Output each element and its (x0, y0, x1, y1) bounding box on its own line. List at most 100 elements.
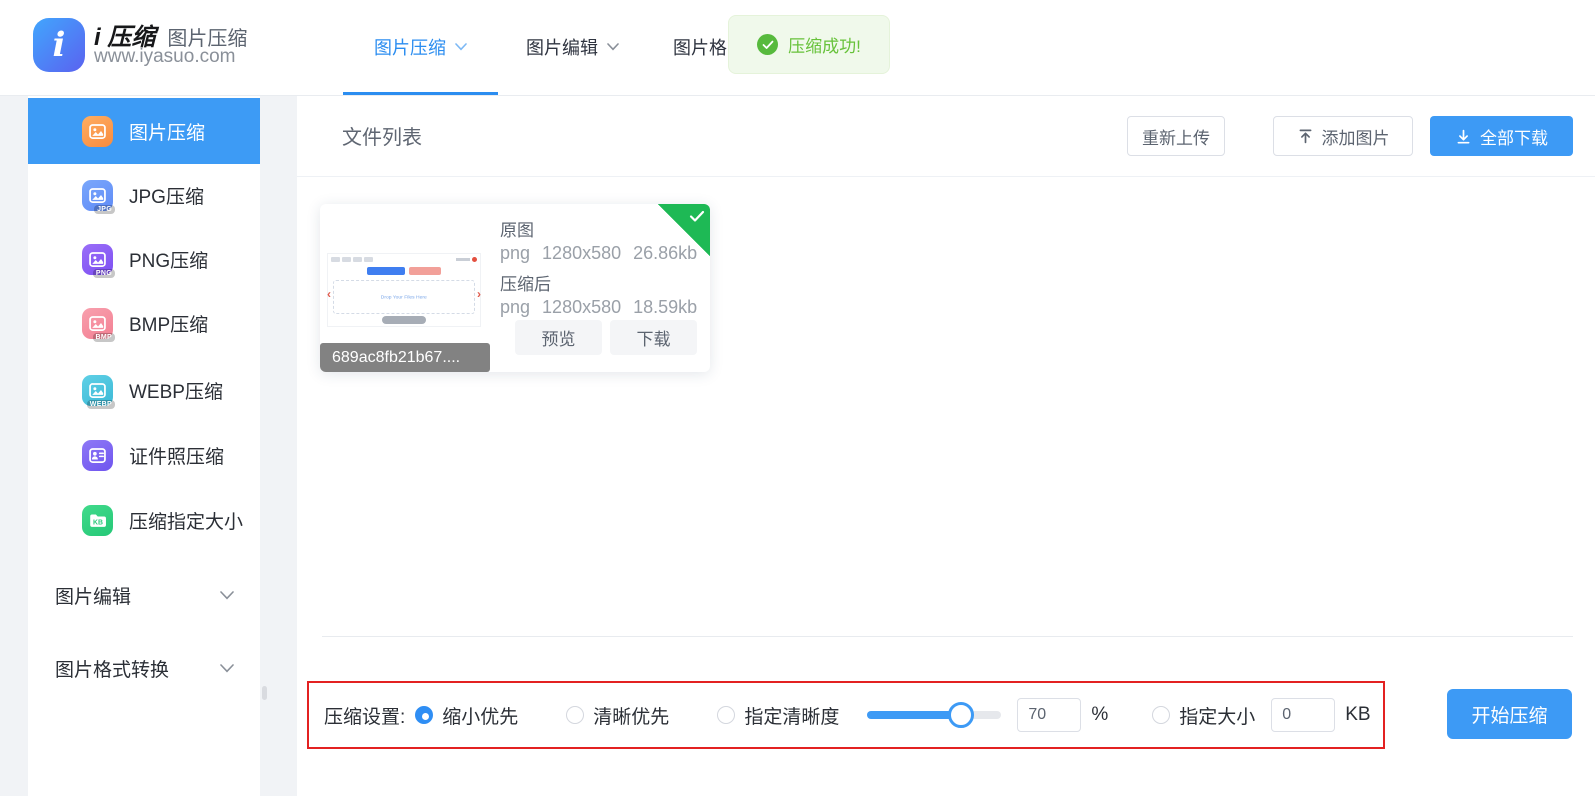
radio-label: 缩小优先 (442, 702, 518, 729)
filename-overlay: 689ac8fb21b67.... (320, 343, 490, 372)
sidebar-scrollbar-thumb[interactable] (262, 686, 267, 700)
download-button[interactable]: 下载 (610, 320, 697, 355)
compressed-format: png (500, 297, 530, 318)
chevron-down-icon (220, 664, 234, 673)
sidebar-item-png-compress[interactable]: PNG PNG压缩 (28, 229, 260, 289)
radio-target-size[interactable] (1152, 706, 1170, 724)
sidebar-item-webp-compress[interactable]: WEBP WEBP压缩 (28, 360, 260, 420)
png-badge: PNG (93, 269, 115, 278)
page-title: 文件列表 (342, 121, 422, 150)
chevron-down-icon (607, 43, 619, 51)
download-all-button[interactable]: 全部下载 (1430, 116, 1573, 156)
nav-tab-image-edit[interactable]: 图片编辑 (505, 0, 640, 93)
original-dimensions: 1280x580 (542, 243, 621, 264)
thumb-format-chips (331, 257, 373, 262)
brand-url: www.iyasuo.com (94, 46, 236, 68)
quality-input[interactable] (1017, 698, 1081, 732)
radio-clarity-priority[interactable] (566, 706, 584, 724)
file-thumbnail[interactable]: Drop Your Files Here ‹ › (328, 254, 480, 326)
sidebar-item-jpg-compress[interactable]: JPG JPG压缩 (28, 165, 260, 225)
id-photo-icon (82, 440, 113, 471)
compressed-info: png 1280x580 18.59kb (500, 297, 697, 318)
settings-divider (322, 636, 1573, 637)
option-target-size[interactable]: 指定大小 (1152, 702, 1255, 729)
svg-text:KB: KB (93, 520, 103, 527)
sidebar: 图片压缩 JPG JPG压缩 PNG PNG压缩 BMP BMP压缩 (28, 96, 260, 796)
radio-shrink-priority[interactable] (415, 706, 433, 724)
quality-slider[interactable] (867, 711, 1001, 719)
jpg-compress-icon: JPG (82, 180, 113, 211)
png-compress-icon: PNG (82, 244, 113, 275)
percent-unit: % (1091, 704, 1108, 726)
nav-tab-label: 图片编辑 (526, 34, 598, 60)
compression-settings-bar: 压缩设置: 缩小优先 清晰优先 指定清晰度 % 指定大小 (307, 681, 1385, 749)
chevron-down-icon (220, 591, 234, 600)
compressed-size: 18.59kb (633, 297, 697, 318)
main-panel: 文件列表 重新上传 添加图片 全部下载 Drop Your Files Here (297, 96, 1595, 796)
radio-label: 指定大小 (1179, 702, 1255, 729)
slider-fill (867, 711, 961, 719)
target-size-input[interactable] (1271, 698, 1335, 732)
original-label: 原图 (500, 216, 697, 241)
sidebar-item-label: 证件照压缩 (129, 442, 224, 469)
file-meta: 原图 png 1280x580 26.86kb 压缩后 png 1280x580… (500, 214, 697, 324)
nav-active-underline (343, 92, 498, 95)
check-circle-icon (757, 34, 778, 55)
download-icon (1455, 128, 1472, 145)
sidebar-section-image-convert[interactable]: 图片格式转换 (28, 638, 260, 698)
thumb-dropzone: Drop Your Files Here (333, 280, 475, 314)
compressed-label: 压缩后 (500, 270, 697, 295)
thumb-right-arrow: › (477, 288, 481, 300)
sidebar-item-label: BMP压缩 (129, 310, 208, 337)
sidebar-item-bmp-compress[interactable]: BMP BMP压缩 (28, 293, 260, 353)
success-toast: 压缩成功! (728, 15, 890, 74)
thumb-bottom-pill (328, 316, 480, 324)
webp-badge: WEBP (87, 400, 115, 409)
thumb-drop-text: Drop Your Files Here (381, 294, 427, 300)
sidebar-item-image-compress[interactable]: 图片压缩 (28, 98, 260, 164)
option-clarity-priority[interactable]: 清晰优先 (566, 702, 669, 729)
file-card-actions: 预览 下载 (515, 320, 697, 355)
sidebar-item-label: WEBP压缩 (129, 377, 223, 404)
start-compress-button[interactable]: 开始压缩 (1447, 689, 1572, 739)
original-info: png 1280x580 26.86kb (500, 243, 697, 264)
webp-compress-icon: WEBP (82, 375, 113, 406)
add-images-button[interactable]: 添加图片 (1273, 116, 1413, 156)
option-shrink-priority[interactable]: 缩小优先 (415, 702, 518, 729)
radio-label: 指定清晰度 (744, 702, 839, 729)
settings-label: 压缩设置: (324, 702, 405, 729)
bmp-badge: BMP (93, 333, 115, 342)
kb-unit: KB (1345, 704, 1370, 726)
reupload-label: 重新上传 (1142, 124, 1210, 149)
nav-tab-image-compress[interactable]: 图片压缩 (343, 0, 498, 93)
image-compress-icon (82, 116, 113, 147)
sidebar-item-label: 图片压缩 (129, 118, 205, 145)
original-format: png (500, 243, 530, 264)
radio-custom-clarity[interactable] (717, 706, 735, 724)
original-size: 26.86kb (633, 243, 697, 264)
header-divider (297, 176, 1595, 177)
sidebar-item-label: PNG压缩 (129, 246, 208, 273)
thumb-upload-chip (367, 267, 405, 275)
sidebar-section-label: 图片格式转换 (55, 655, 169, 682)
download-all-label: 全部下载 (1480, 124, 1548, 149)
logo[interactable]: i (33, 18, 85, 72)
bmp-compress-icon: BMP (82, 308, 113, 339)
sidebar-section-image-edit[interactable]: 图片编辑 (28, 565, 260, 625)
reupload-button[interactable]: 重新上传 (1127, 116, 1225, 156)
upload-icon (1297, 128, 1314, 145)
preview-button[interactable]: 预览 (515, 320, 602, 355)
sidebar-item-target-size-compress[interactable]: KB 压缩指定大小 (28, 490, 260, 550)
logo-i-icon: i (53, 28, 66, 62)
compressed-dimensions: 1280x580 (542, 297, 621, 318)
toast-text: 压缩成功! (788, 32, 861, 57)
thumb-topright (456, 257, 477, 262)
thumb-red-dot (472, 257, 477, 262)
sidebar-item-id-photo-compress[interactable]: 证件照压缩 (28, 425, 260, 485)
sidebar-item-label: JPG压缩 (129, 182, 204, 209)
thumb-buttons (328, 267, 480, 275)
app: i i 压缩 图片压缩 www.iyasuo.com 图片压缩 图片编辑 图片格… (0, 0, 1595, 796)
radio-label: 清晰优先 (593, 702, 669, 729)
slider-handle[interactable] (948, 702, 974, 728)
option-custom-clarity[interactable]: 指定清晰度 (717, 702, 839, 729)
